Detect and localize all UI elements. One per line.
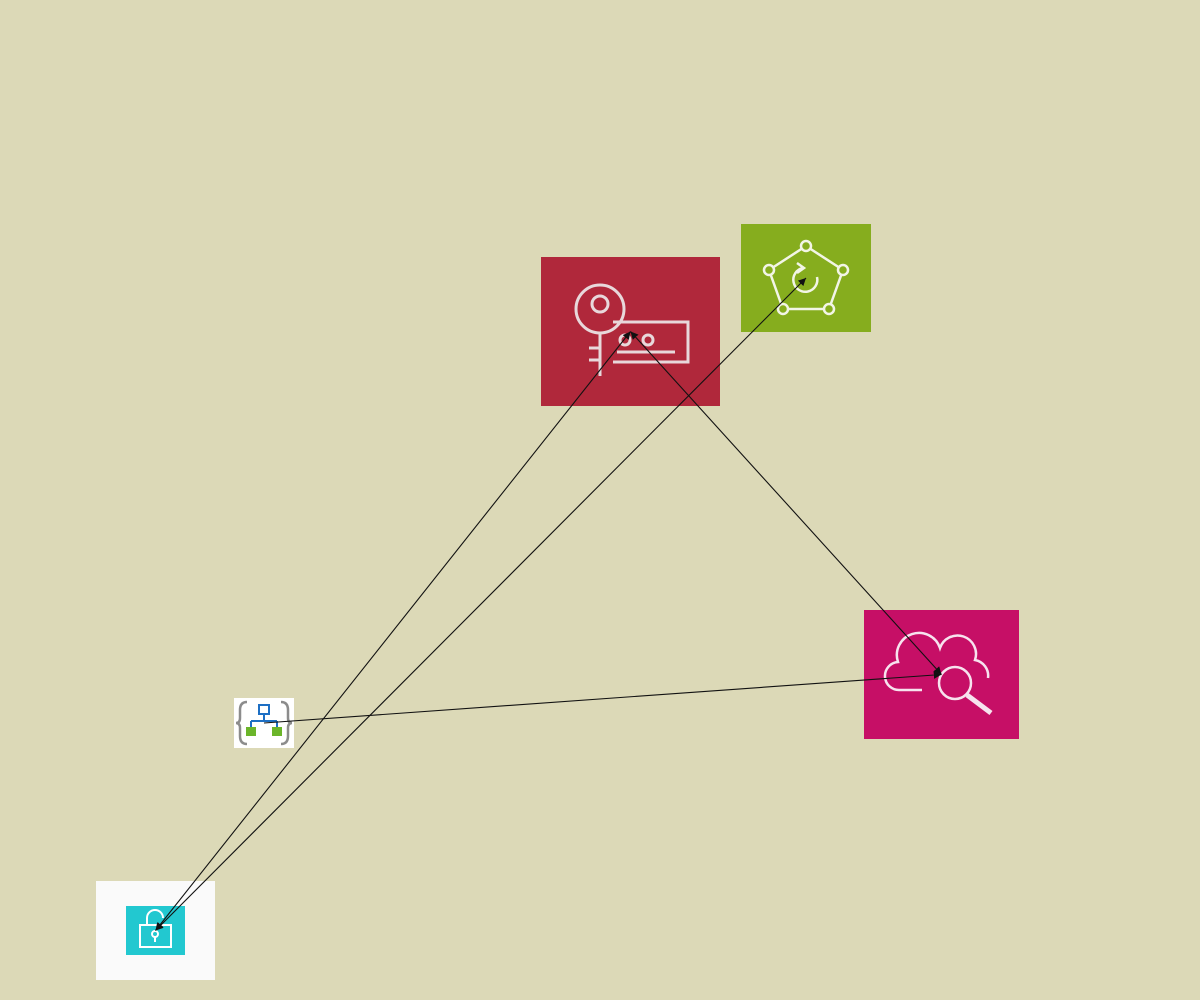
diagram-svg: [0, 0, 1200, 1000]
diagram-background: [0, 0, 1200, 1000]
diagram-canvas: [0, 0, 1200, 1000]
